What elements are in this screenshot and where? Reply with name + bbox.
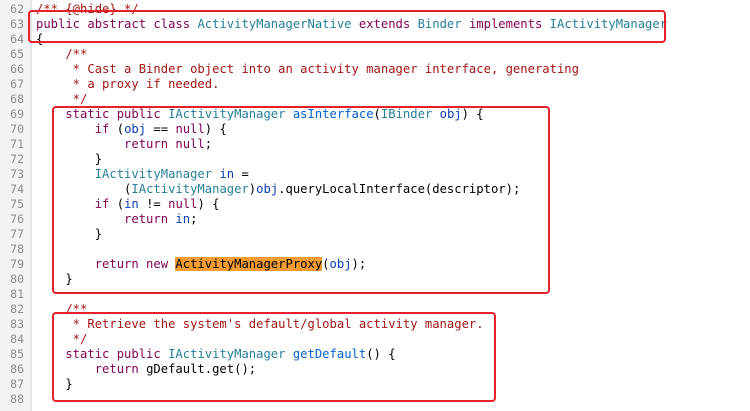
line-number: 70	[10, 122, 24, 136]
line-number: 66	[10, 62, 24, 76]
annotation-box-get-default	[52, 312, 496, 402]
code-line: 65 /**	[0, 47, 750, 62]
line-number: 76	[10, 212, 24, 226]
line-number: 72	[10, 152, 24, 166]
line-number: 75	[10, 197, 24, 211]
code-text: * Cast a Binder object into an activity …	[36, 62, 579, 77]
code-token: */	[36, 92, 88, 106]
line-number: 74	[10, 182, 24, 196]
line-number: 77	[10, 227, 24, 241]
line-number: 79	[10, 257, 24, 271]
code-text: * a proxy if needed.	[36, 77, 220, 92]
line-number: 62	[10, 2, 24, 16]
line-number: 85	[10, 347, 24, 361]
line-number: 83	[10, 317, 24, 331]
code-line: 67 * a proxy if needed.	[0, 77, 750, 92]
line-number: 73	[10, 167, 24, 181]
line-number: 86	[10, 362, 24, 376]
line-number: 80	[10, 272, 24, 286]
annotation-box-class-declaration	[28, 10, 666, 43]
line-number: 84	[10, 332, 24, 346]
line-number: 65	[10, 47, 24, 61]
code-token: * Cast a Binder object into an activity …	[36, 62, 579, 76]
line-number: 81	[10, 287, 24, 301]
code-text: */	[36, 92, 88, 107]
line-number: 82	[10, 302, 24, 316]
line-number: 87	[10, 377, 24, 391]
line-number: 88	[10, 392, 24, 406]
line-number: 69	[10, 107, 24, 121]
line-number: 68	[10, 92, 24, 106]
line-number: 71	[10, 137, 24, 151]
code-token: /**	[36, 47, 88, 61]
code-editor[interactable]: 62/** {@hide} */63 public abstract class …	[0, 0, 750, 411]
code-line: 66 * Cast a Binder object into an activi…	[0, 62, 750, 77]
line-number: 67	[10, 77, 24, 91]
line-number: 63	[10, 17, 24, 31]
code-text: /**	[36, 47, 87, 62]
line-number: 64	[10, 32, 24, 46]
code-line: 68 */	[0, 92, 750, 107]
annotation-box-as-interface	[52, 106, 550, 294]
code-token: * a proxy if needed.	[36, 77, 220, 91]
line-number: 78	[10, 242, 24, 256]
